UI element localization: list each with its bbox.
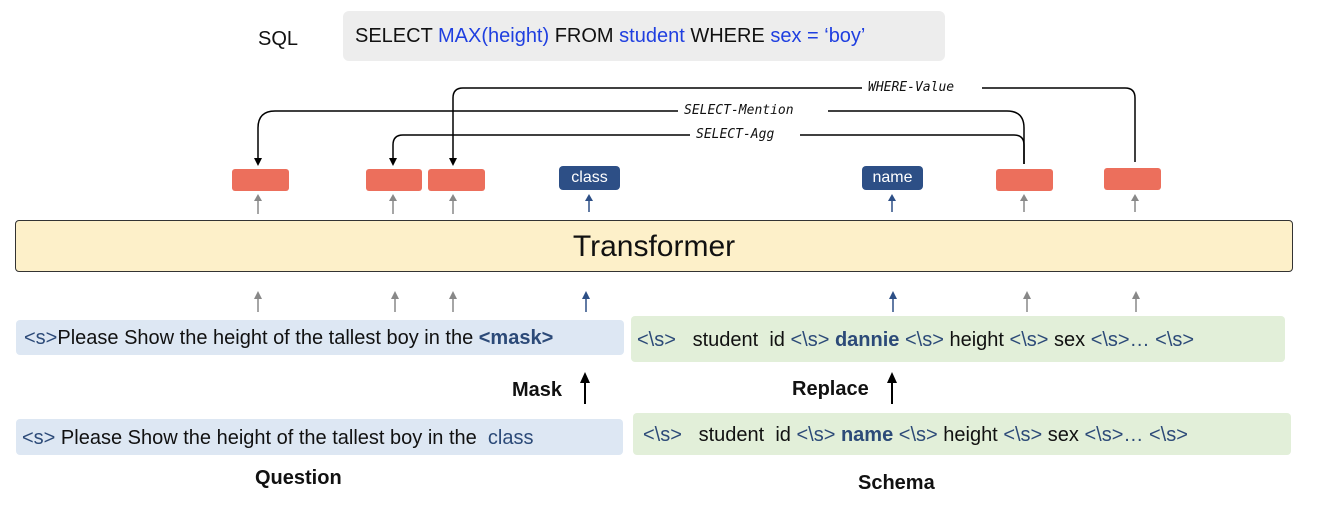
output-token-box — [1104, 168, 1161, 190]
sep-token: <\s>… — [1090, 329, 1150, 351]
sep-token: <\s> — [1009, 329, 1049, 351]
replaced-value: dannie — [834, 329, 900, 351]
masked-question-input: <s>Please Show the height of the tallest… — [16, 320, 624, 355]
question-class-word: class — [487, 427, 534, 449]
replaced-schema-input: <\s> student id <\s> dannie <\s> height … — [631, 316, 1285, 362]
schema-item: sex — [1054, 329, 1086, 351]
sep-token: <\s> — [796, 424, 836, 446]
schema-item: id — [769, 329, 785, 351]
question-caption: Question — [255, 467, 342, 489]
question-text: Please Show the height of the tallest bo… — [60, 427, 483, 449]
question-input: <s> Please Show the height of the talles… — [16, 419, 623, 455]
sep-token: <\s> — [1155, 329, 1195, 351]
select-agg-label: SELECT-Agg — [696, 127, 775, 142]
schema-name-column: name — [840, 424, 894, 446]
schema-input: <\s> student id <\s> name <\s> height <\… — [633, 413, 1291, 455]
start-token: <s> — [22, 427, 56, 449]
sep-token: <\s> — [898, 424, 938, 446]
schema-caption: Schema — [858, 472, 935, 494]
schema-item: student — [698, 424, 765, 446]
sep-token: <\s> — [1003, 424, 1043, 446]
schema-item: sex — [1047, 424, 1079, 446]
schema-item: student — [692, 329, 759, 351]
sep-token: <\s>… — [1084, 424, 1144, 446]
schema-item: id — [775, 424, 791, 446]
output-token-box — [996, 169, 1053, 191]
mask-step-label: Mask — [512, 379, 563, 401]
where-value-link — [452, 87, 1136, 162]
masked-question-text: Please Show the height of the tallest bo… — [57, 327, 479, 349]
transformer-block: Transformer — [15, 220, 1293, 272]
select-mention-label: SELECT-Mention — [684, 103, 794, 118]
name-tag: name — [862, 166, 923, 190]
mask-token: <mask> — [478, 327, 554, 349]
sep-token: <\s> — [1148, 424, 1188, 446]
where-value-label: WHERE-Value — [868, 80, 955, 95]
schema-item: height — [943, 424, 998, 446]
output-token-box — [366, 169, 422, 191]
sep-token: <\s> — [790, 329, 830, 351]
replace-step-label: Replace — [792, 378, 869, 400]
output-token-box — [428, 169, 485, 191]
sep-token: <\s> — [637, 329, 676, 351]
schema-item: height — [949, 329, 1004, 351]
output-token-box — [232, 169, 289, 191]
sep-token: <\s> — [643, 424, 682, 446]
sep-token: <\s> — [904, 329, 944, 351]
select-mention-link — [257, 110, 1025, 164]
class-tag: class — [559, 166, 620, 190]
start-token: <s> — [24, 327, 58, 349]
